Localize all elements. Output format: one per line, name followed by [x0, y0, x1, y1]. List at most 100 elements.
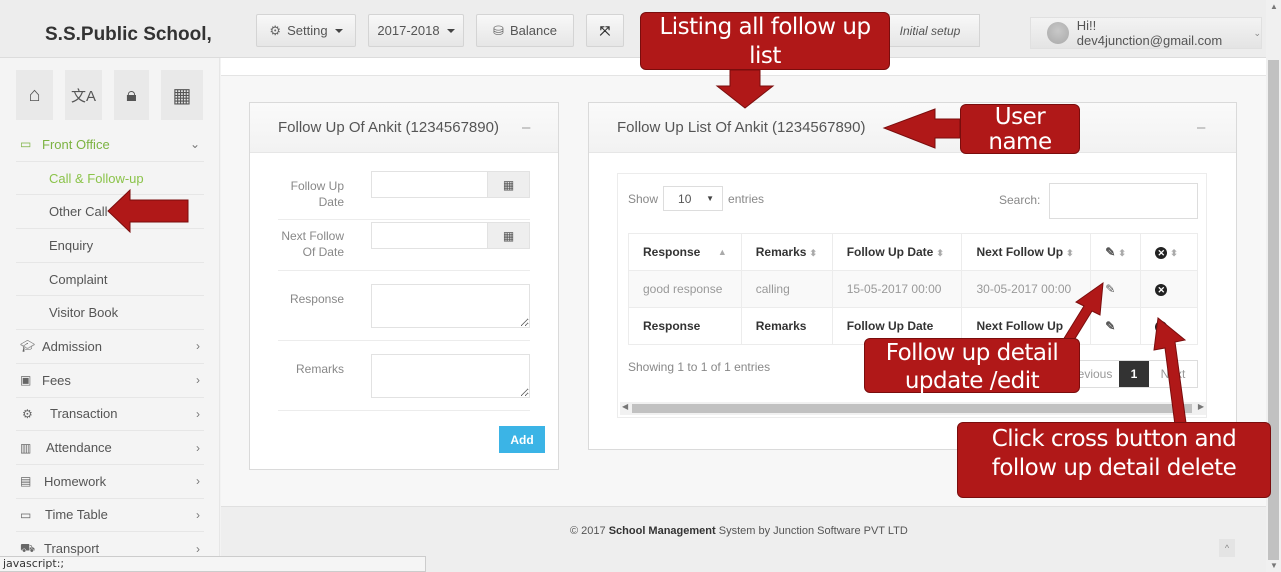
- page-1-button[interactable]: 1: [1119, 361, 1149, 387]
- response-textarea[interactable]: [371, 284, 530, 328]
- scroll-down-icon[interactable]: ▼: [1270, 561, 1278, 570]
- sidebar-item-time-table[interactable]: ▭ Time Table ›: [16, 499, 204, 533]
- delete-button[interactable]: ✕: [1155, 284, 1168, 296]
- school-name: S.S.Public School,: [45, 24, 212, 45]
- initial-setup-button[interactable]: Initial setup: [880, 14, 980, 47]
- table-horizontal-scrollbar[interactable]: ◀ ▶: [620, 402, 1206, 415]
- sidebar-item-admission[interactable]: 🎓︎ Admission ›: [16, 330, 204, 364]
- chevron-right-icon: ›: [196, 541, 200, 556]
- caret-down-icon: [334, 28, 343, 33]
- cell-response: good response: [628, 270, 742, 308]
- language-icon[interactable]: 文A: [65, 70, 102, 120]
- setting-label: Setting: [287, 23, 328, 38]
- user-menu[interactable]: Hi!! dev4junction@gmail.com ⌄: [1030, 17, 1262, 49]
- caret-down-icon: [446, 28, 455, 33]
- next-page-button[interactable]: Next: [1149, 361, 1197, 387]
- search-label: Search:: [999, 193, 1041, 207]
- column-header-edit[interactable]: ✎ ⬍: [1090, 233, 1142, 271]
- sidebar-item-fees[interactable]: ▣ Fees ›: [16, 364, 204, 398]
- table-header-row: Response ▲ Remarks ⬍ Follow Up Date ⬍ Next …: [628, 233, 1198, 271]
- table-info: Showing 1 to 1 of 1 entries: [628, 360, 771, 374]
- sort-icon: ⬍: [809, 248, 817, 258]
- panel-header: Follow Up Of Ankit (1234567890) –: [250, 103, 558, 153]
- sidebar-item-label: Front Office: [42, 136, 110, 152]
- sidebar-item-label: Homework: [44, 473, 107, 489]
- response-row: Response: [278, 271, 530, 341]
- delete-icon: ✕: [1155, 321, 1168, 333]
- annotation-listing: Listing all follow up list: [640, 12, 890, 70]
- session-label: 2017-2018: [377, 23, 440, 38]
- avatar: [1047, 22, 1069, 44]
- follow-up-form-panel: Follow Up Of Ankit (1234567890) – Follow…: [249, 102, 559, 470]
- search-input[interactable]: [1049, 183, 1198, 219]
- scroll-to-top-button[interactable]: ^: [1219, 539, 1235, 557]
- scroll-left-icon[interactable]: ◀: [622, 402, 628, 411]
- column-header-remarks[interactable]: Remarks ⬍: [740, 233, 833, 271]
- remarks-row: Remarks: [278, 341, 530, 411]
- caret-down-icon: ▼: [706, 194, 715, 203]
- follow-up-date-input[interactable]: ▦: [371, 171, 530, 198]
- show-label: Show: [628, 191, 659, 206]
- collapse-icon[interactable]: –: [1197, 119, 1205, 136]
- column-label: Follow Up Date: [846, 245, 934, 259]
- balance-button[interactable]: ⛁ Balance: [476, 14, 574, 47]
- edit-button[interactable]: ✎: [1105, 282, 1115, 296]
- column-header-follow-up-date[interactable]: Follow Up Date ⬍: [831, 233, 963, 271]
- home-icon[interactable]: ⌂: [16, 70, 53, 120]
- session-dropdown-button[interactable]: 2017-2018: [368, 14, 464, 47]
- column-header-delete[interactable]: ✕ ⬍: [1140, 233, 1198, 271]
- sidebar-item-label: Transport: [44, 541, 100, 557]
- sidebar-item-other-call[interactable]: Other Call: [16, 195, 204, 230]
- lock-icon[interactable]: 🔒︎: [114, 70, 149, 120]
- column-label: Next Follow Up: [976, 245, 1064, 259]
- calendar-icon[interactable]: ▦: [487, 223, 529, 248]
- sidebar-item-label: Fees: [42, 372, 71, 388]
- annotation-edit: Follow up detail update /edit: [864, 338, 1080, 394]
- sort-icon: ⬍: [936, 248, 944, 258]
- fullscreen-button[interactable]: ⤧: [586, 14, 624, 47]
- chevron-down-icon: ⌄: [1253, 27, 1261, 38]
- sidebar-item-homework[interactable]: ▤ Homework ›: [16, 465, 204, 499]
- sidebar-item-label: Enquiry: [49, 237, 94, 253]
- copyright-text: © 2017 School Management System by Junct…: [570, 525, 908, 537]
- cell-delete: ✕: [1140, 270, 1198, 308]
- sort-icon: ⬍: [1170, 248, 1178, 258]
- scrollbar-thumb[interactable]: [632, 404, 1192, 413]
- add-button[interactable]: Add: [499, 426, 545, 453]
- calendar-icon[interactable]: ▦: [487, 172, 529, 197]
- sidebar-item-visitor-book[interactable]: Visitor Book: [16, 296, 204, 331]
- sidebar-item-label: Time Table: [45, 507, 108, 523]
- money-icon: ▣: [20, 373, 32, 388]
- sidebar-item-label: Visitor Book: [49, 305, 119, 321]
- sidebar-item-complaint[interactable]: Complaint: [16, 263, 204, 297]
- cell-follow-up-date: 15-05-2017 00:00: [831, 270, 963, 308]
- annotation-delete: Click cross button and follow up detail …: [957, 422, 1271, 498]
- database-icon: ⛁: [493, 22, 504, 38]
- scroll-up-icon[interactable]: ▲: [1270, 2, 1278, 11]
- sidebar-item-label: Call & Follow-up: [49, 170, 144, 186]
- sidebar-item-front-office[interactable]: ▭ Front Office ⌄: [16, 128, 204, 162]
- setting-dropdown-button[interactable]: ⚙ Setting: [256, 14, 356, 47]
- page-length-select[interactable]: 10 ▼: [663, 186, 724, 211]
- remarks-textarea[interactable]: [371, 354, 530, 398]
- scroll-right-icon[interactable]: ▶: [1198, 402, 1204, 411]
- cell-edit: ✎: [1090, 270, 1142, 308]
- sidebar-item-attendance[interactable]: ▥ Attendance ›: [16, 431, 204, 465]
- browser-status-bar: javascript:;: [0, 556, 426, 572]
- column-header-response[interactable]: Response ▲: [628, 233, 742, 271]
- column-label: Response: [643, 245, 701, 259]
- sidebar-item-transaction[interactable]: ⚙ Transaction ›: [16, 398, 204, 432]
- calendar-icon[interactable]: ▦: [161, 70, 203, 120]
- copyright-prefix: © 2017: [570, 525, 609, 537]
- sidebar-item-enquiry[interactable]: Enquiry: [16, 229, 204, 263]
- sort-asc-icon: ▲: [717, 247, 727, 257]
- document-icon: ▤: [20, 474, 32, 489]
- collapse-icon[interactable]: –: [522, 119, 530, 136]
- table-row: good response calling 15-05-2017 00:00 3…: [628, 270, 1198, 308]
- column-header-next-follow-up[interactable]: Next Follow Up ⬍: [961, 233, 1092, 271]
- next-follow-date-input[interactable]: ▦: [371, 222, 530, 249]
- sidebar: ⌂ 文A 🔒︎ ▦ ▭ Front Office ⌄ Call & Follow…: [0, 58, 220, 572]
- sidebar-item-call-follow-up[interactable]: Call & Follow-up: [16, 162, 204, 196]
- chevron-right-icon: ›: [196, 474, 200, 489]
- sidebar-item-label: Admission: [42, 338, 102, 354]
